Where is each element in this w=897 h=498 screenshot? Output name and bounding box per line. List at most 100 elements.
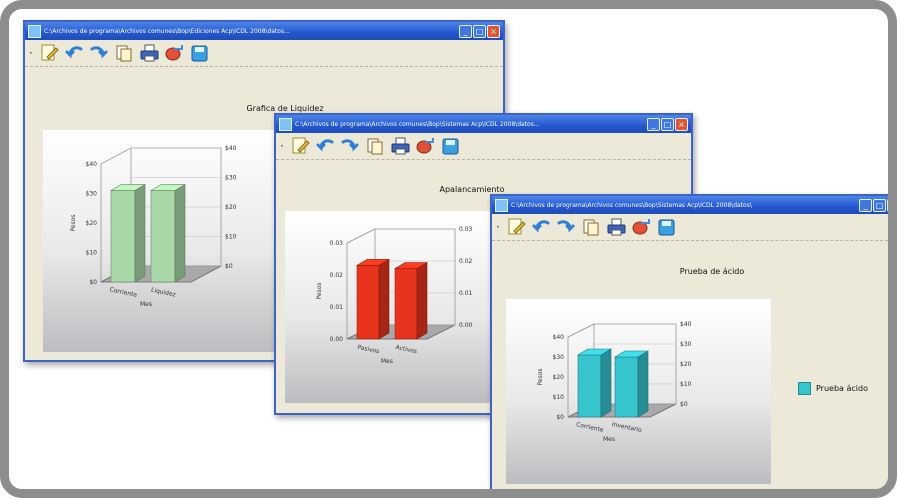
y-tick-label: $0 <box>556 414 564 421</box>
y-tick-label: $0 <box>89 279 97 286</box>
chart-legend: Prueba ácido <box>798 382 868 395</box>
minimize-icon[interactable]: _ <box>859 198 872 212</box>
chart-title: Grafica de Liquidez <box>246 104 324 113</box>
window-title: C:\Archivos de programa\Archivos comunes… <box>511 201 752 209</box>
y-tick-label: $30 <box>553 354 565 361</box>
bar <box>109 184 147 283</box>
title-bar[interactable]: C:\Archivos de programa\Archivos comunes… <box>492 196 888 214</box>
toolbar-grip: · <box>280 139 284 153</box>
export-icon[interactable] <box>164 43 184 63</box>
edit-icon[interactable] <box>506 217 526 237</box>
title-bar[interactable]: C:\Archivos de programa\Archivos comunes… <box>25 22 503 40</box>
x-tick-label: Pasivos <box>357 344 380 355</box>
copy-icon[interactable] <box>365 136 385 156</box>
bar <box>149 184 187 283</box>
y-tick-label-right: 0.02 <box>459 258 473 265</box>
y-tick-label: $40 <box>553 334 565 341</box>
chart-plot-area: $0 $0 $10 $10 $20 $20 $30 $30 $40 $40 Corriente Liq… <box>43 130 279 352</box>
x-axis-label: Mes <box>140 301 152 308</box>
screenshot-frame: C:\Archivos de programa\Archivos comunes… <box>0 0 897 498</box>
y-tick-label-right: $0 <box>225 263 233 270</box>
y-axis-label: Pesos <box>316 282 323 299</box>
bar <box>613 350 650 418</box>
edit-icon[interactable] <box>39 43 59 63</box>
x-tick-label: Inventario <box>611 421 643 434</box>
bar <box>576 348 613 418</box>
chart-plot-area: 0.00 0.00 0.01 0.01 0.02 0.02 0.03 0.03 Pasivos A… <box>285 211 493 403</box>
redo-icon[interactable] <box>556 217 576 237</box>
toolbar: · <box>25 40 503 67</box>
maximize-icon[interactable]: □ <box>661 117 674 131</box>
undo-icon[interactable] <box>531 217 551 237</box>
y-tick-label: $10 <box>86 250 98 257</box>
x-tick-label: Corriente <box>109 286 138 299</box>
x-axis-label: Mes <box>381 358 393 365</box>
legend-label: Prueba ácido <box>816 384 868 393</box>
y-tick-label-right: $40 <box>680 321 692 328</box>
y-tick-label: 0.01 <box>330 304 344 311</box>
app-icon <box>279 117 292 131</box>
y-tick-label-right: 0.03 <box>459 226 473 233</box>
redo-icon[interactable] <box>89 43 109 63</box>
legend-swatch <box>798 382 811 395</box>
copy-icon[interactable] <box>114 43 134 63</box>
y-tick-label-right: $10 <box>225 234 237 241</box>
y-tick-label-right: $20 <box>225 204 237 211</box>
y-tick-label-right: 0.01 <box>459 290 473 297</box>
export-icon[interactable] <box>631 217 651 237</box>
export-icon[interactable] <box>415 136 435 156</box>
edit-icon[interactable] <box>290 136 310 156</box>
copy-icon[interactable] <box>581 217 601 237</box>
print-icon[interactable] <box>390 136 410 156</box>
chart-svg: $0 $0 $10 $10 $20 $20 $30 $30 $40 $40 Corriente Liq… <box>70 145 237 308</box>
y-tick-label-right: $40 <box>225 145 237 152</box>
toolbar-grip: · <box>29 46 33 60</box>
toolbar: · <box>492 214 888 241</box>
save-icon[interactable] <box>440 136 460 156</box>
y-tick-label: $30 <box>86 191 98 198</box>
y-tick-label: $20 <box>553 374 565 381</box>
y-tick-label: 0.00 <box>330 336 344 343</box>
y-tick-label-right: $0 <box>680 401 688 408</box>
print-icon[interactable] <box>139 43 159 63</box>
close-icon[interactable]: × <box>887 198 888 212</box>
y-tick-label-right: $30 <box>680 341 692 348</box>
maximize-icon[interactable]: □ <box>873 198 886 212</box>
title-bar[interactable]: C:\Archivos de programa\Archivos comunes… <box>276 115 691 133</box>
app-icon <box>495 198 508 212</box>
chart-title: Prueba de ácido <box>679 267 745 276</box>
bar <box>393 262 429 340</box>
close-icon[interactable]: × <box>487 24 500 38</box>
chart-svg: $0 $0 $10 $10 $20 $20 $30 $30 $40 $40 Corriente Inv… <box>537 321 692 443</box>
toolbar: · <box>276 133 691 160</box>
print-icon[interactable] <box>606 217 626 237</box>
minimize-icon[interactable]: _ <box>459 24 472 38</box>
y-tick-label: 0.03 <box>330 240 344 247</box>
bar <box>355 258 391 340</box>
y-tick-label-right: $10 <box>680 381 692 388</box>
undo-icon[interactable] <box>315 136 335 156</box>
x-tick-label: Corriente <box>575 421 604 434</box>
y-tick-label-right: 0.00 <box>459 322 473 329</box>
close-icon[interactable]: × <box>675 117 688 131</box>
x-tick-label: Liquidez <box>150 287 176 299</box>
y-tick-label: $20 <box>86 220 98 227</box>
y-tick-label: 0.02 <box>330 272 344 279</box>
save-icon[interactable] <box>656 217 676 237</box>
chart-title: Apalancamiento <box>439 185 505 194</box>
save-icon[interactable] <box>189 43 209 63</box>
x-axis-label: Mes <box>603 436 615 443</box>
x-tick-label: Activos <box>395 344 418 355</box>
redo-icon[interactable] <box>340 136 360 156</box>
window-title: C:\Archivos de programa\Archivos comunes… <box>44 27 290 35</box>
window-title: C:\Archivos de programa\Archivos comunes… <box>295 120 540 128</box>
y-tick-label-right: $20 <box>680 361 692 368</box>
y-axis-label: Pesos <box>70 214 77 231</box>
maximize-icon[interactable]: □ <box>473 24 486 38</box>
y-axis-label: Pesos <box>537 368 544 385</box>
window-prueba-acido: C:\Archivos de programa\Archivos comunes… <box>490 194 888 489</box>
undo-icon[interactable] <box>64 43 84 63</box>
chart-plot-area: $0 $0 $10 $10 $20 $20 $30 $30 $40 $40 Corriente Inv… <box>506 299 771 484</box>
minimize-icon[interactable]: _ <box>647 117 660 131</box>
app-icon <box>28 24 41 38</box>
